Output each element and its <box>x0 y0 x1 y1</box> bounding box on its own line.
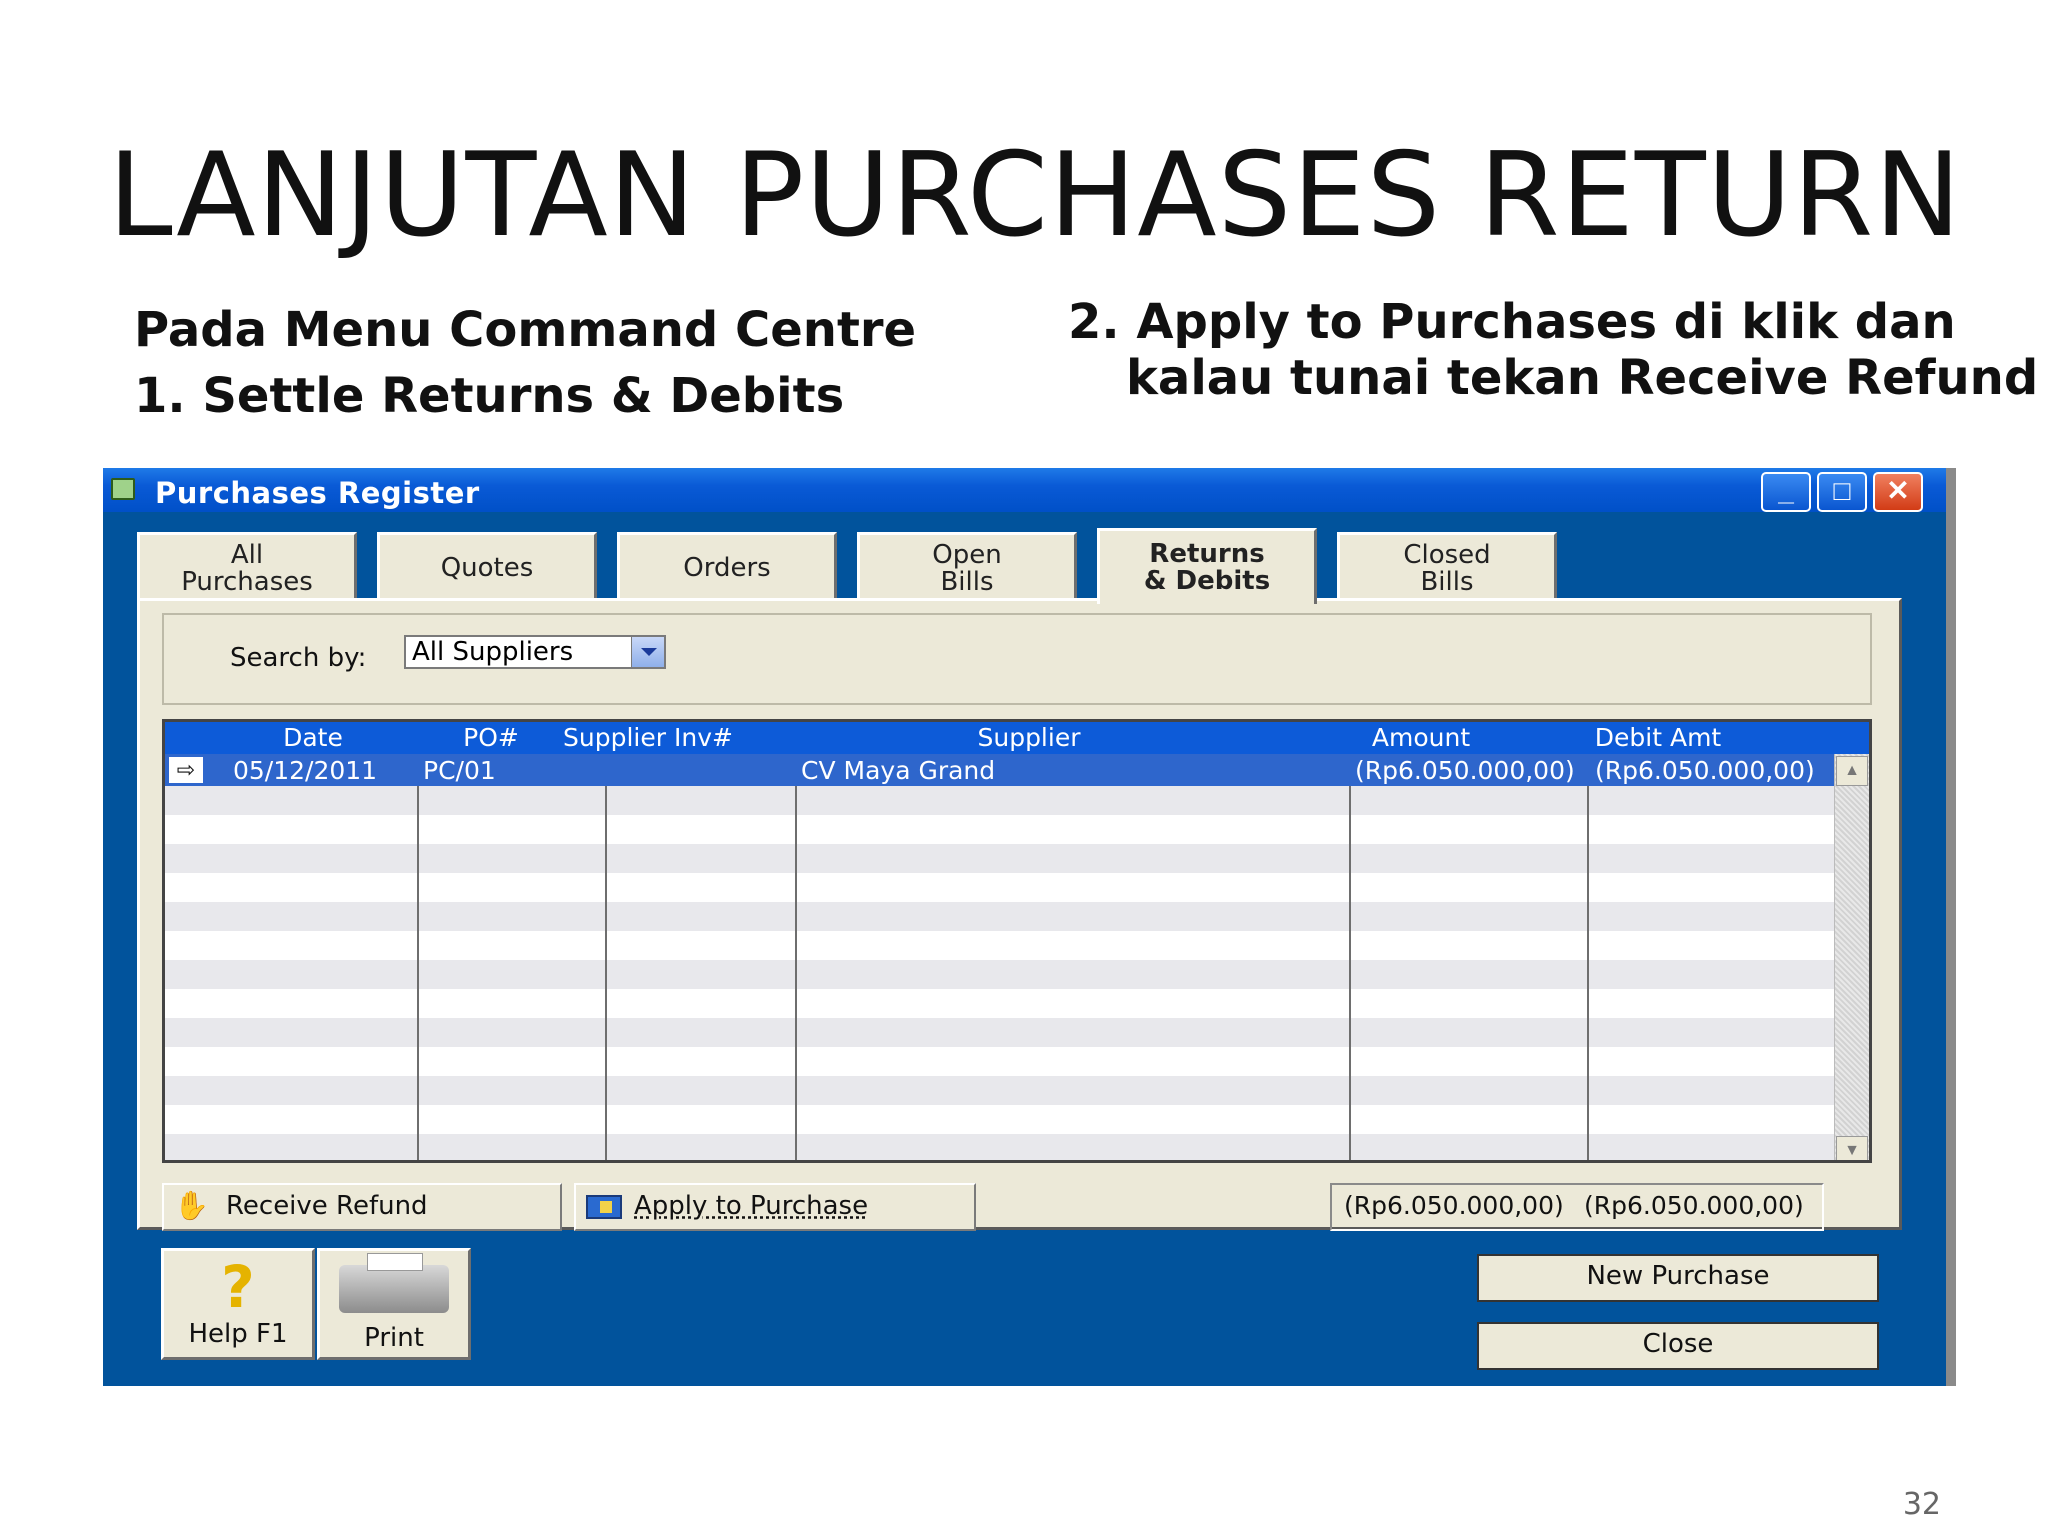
row-pointer-icon: ⇨ <box>169 757 203 783</box>
cell-po: PC/01 <box>423 756 496 785</box>
search-by-select[interactable]: All Suppliers <box>404 635 666 669</box>
tab-label: Returns <box>1149 538 1265 569</box>
note-right-line1: 2. Apply to Purchases di klik dan <box>1068 294 1956 350</box>
apply-icon <box>586 1195 622 1219</box>
slide-title: LANJUTAN PURCHASES RETURN <box>107 128 1963 263</box>
total-debit-amt: (Rp6.050.000,00) <box>1584 1191 1804 1220</box>
column-header-supplier[interactable]: Supplier <box>755 722 1303 754</box>
search-by-value: All Suppliers <box>412 637 574 667</box>
tab-label: Open <box>932 539 1002 570</box>
total-amount: (Rp6.050.000,00) <box>1344 1191 1564 1220</box>
close-button[interactable]: Close <box>1477 1322 1879 1370</box>
close-window-button[interactable]: ✕ <box>1873 472 1923 512</box>
search-by-label: Search by: <box>230 643 367 673</box>
column-header-debit-amt[interactable]: Debit Amt <box>1539 722 1777 754</box>
tab-label: & Debits <box>1143 565 1271 596</box>
purchases-register-window: Purchases Register _ □ ✕ All Purchases Qu… <box>103 468 1956 1386</box>
tab-orders[interactable]: Orders <box>617 532 837 602</box>
receive-refund-button[interactable]: ✋ Receive Refund <box>162 1183 562 1231</box>
print-button[interactable]: Print <box>317 1248 471 1360</box>
column-divider <box>795 754 797 1160</box>
page-number: 32 <box>1902 1487 1941 1522</box>
scroll-down-icon[interactable]: ▼ <box>1836 1136 1868 1160</box>
new-purchase-button[interactable]: New Purchase <box>1477 1254 1879 1302</box>
totals-box: (Rp6.050.000,00) (Rp6.050.000,00) <box>1330 1183 1824 1231</box>
help-button-label: Help F1 <box>188 1319 288 1349</box>
cell-date: 05/12/2011 <box>233 756 378 785</box>
note-right-line2: kalau tunai tekan Receive Refund <box>1126 350 2039 406</box>
vertical-scrollbar[interactable]: ▲ ▼ <box>1834 754 1869 1160</box>
column-divider <box>605 754 607 1160</box>
tab-label: Bills <box>1420 566 1474 597</box>
tab-returns-debits[interactable]: Returns & Debits <box>1097 528 1317 604</box>
tab-label: All <box>230 539 264 570</box>
cell-amount: (Rp6.050.000,00) <box>1355 756 1575 785</box>
help-button[interactable]: ? Help F1 <box>161 1248 315 1360</box>
tab-label: Closed <box>1403 539 1491 570</box>
printer-icon <box>339 1253 449 1313</box>
grid-header: Date PO# Supplier Inv# Supplier Amount D… <box>165 722 1869 754</box>
tab-all-purchases[interactable]: All Purchases <box>137 532 357 602</box>
tab-label: Quotes <box>440 553 534 583</box>
column-header-amount[interactable]: Amount <box>1303 722 1539 754</box>
title-bar[interactable]: Purchases Register _ □ ✕ <box>103 468 1946 512</box>
cell-debit-amt: (Rp6.050.000,00) <box>1595 756 1815 785</box>
tab-open-bills[interactable]: Open Bills <box>857 532 1077 602</box>
print-button-label: Print <box>364 1323 424 1353</box>
tab-closed-bills[interactable]: Closed Bills <box>1337 532 1557 602</box>
maximize-button[interactable]: □ <box>1817 472 1867 512</box>
column-divider <box>417 754 419 1160</box>
note-left-line2: 1. Settle Returns & Debits <box>134 368 845 424</box>
hand-money-icon: ✋ <box>174 1189 209 1222</box>
tab-label: Purchases <box>181 566 313 597</box>
chevron-down-icon[interactable] <box>631 637 664 667</box>
table-row[interactable] <box>165 754 1839 786</box>
register-window-icon <box>111 478 135 500</box>
search-group: Search by: All Suppliers <box>162 613 1872 705</box>
scroll-up-icon[interactable]: ▲ <box>1836 756 1868 786</box>
window-title: Purchases Register <box>155 476 480 510</box>
column-header-date[interactable]: Date <box>205 722 421 754</box>
help-question-icon: ? <box>221 1253 255 1321</box>
tab-quotes[interactable]: Quotes <box>377 532 597 602</box>
minimize-button[interactable]: _ <box>1761 472 1811 512</box>
apply-to-purchase-label: Apply to Purchase <box>634 1191 869 1221</box>
tab-label: Orders <box>683 553 771 583</box>
column-divider <box>1349 754 1351 1160</box>
column-header-supplier-inv[interactable]: Supplier Inv# <box>561 722 735 754</box>
receive-refund-label: Receive Refund <box>226 1191 428 1221</box>
column-header-po[interactable]: PO# <box>421 722 561 754</box>
tab-label: Bills <box>940 566 994 597</box>
cell-supplier: CV Maya Grand <box>801 756 996 785</box>
register-grid: Date PO# Supplier Inv# Supplier Amount D… <box>162 719 1872 1163</box>
apply-to-purchase-button[interactable]: Apply to Purchase <box>574 1183 976 1231</box>
note-left-line1: Pada Menu Command Centre <box>134 302 917 358</box>
register-panel: Search by: All Suppliers Date PO# Suppli… <box>137 598 1902 1231</box>
column-divider <box>1587 754 1589 1160</box>
